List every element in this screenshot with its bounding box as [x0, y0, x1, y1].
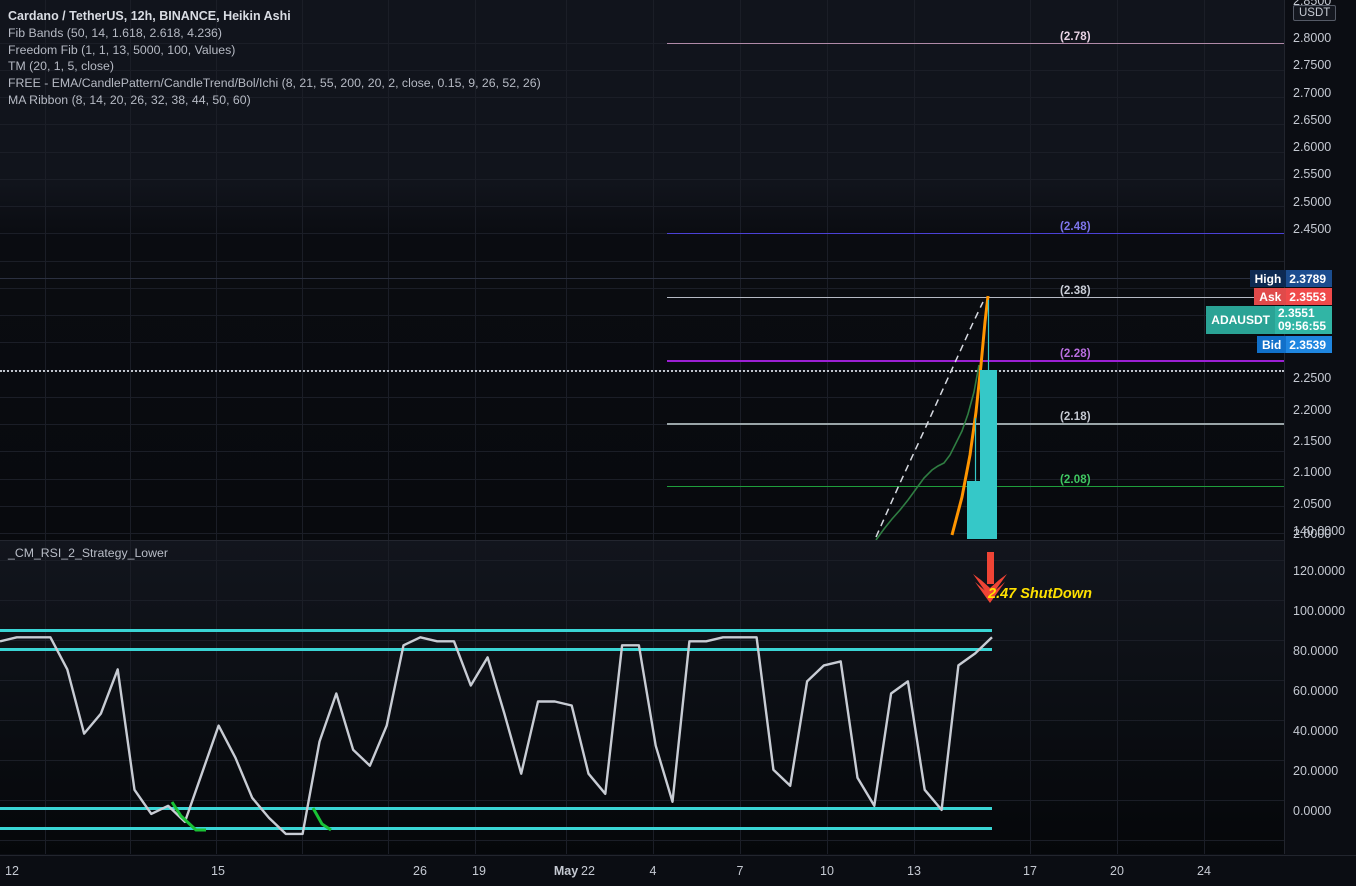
- symbol-price-badge: ADAUSDT 2.3551 09:56:55: [1206, 306, 1332, 334]
- time-tick: 13: [907, 864, 921, 878]
- price-tick: 2.1500: [1293, 434, 1332, 448]
- legend-indicator[interactable]: Fib Bands (50, 14, 1.618, 2.618, 4.236): [8, 25, 541, 42]
- price-tick: 2.2000: [1293, 403, 1332, 417]
- bid-price-badge: Bid 2.3539: [1256, 336, 1332, 353]
- price-tick: 2.7500: [1293, 58, 1332, 72]
- shutdown-arrow-annotation[interactable]: [955, 552, 1075, 612]
- high-label: High: [1249, 270, 1287, 287]
- time-tick-month: May: [553, 864, 579, 878]
- candle-body: [980, 370, 997, 539]
- price-tick: 2.7000: [1293, 86, 1332, 100]
- price-tick: 2.5500: [1293, 167, 1332, 181]
- time-tick: 15: [211, 864, 225, 878]
- rsi-tick: 120.0000: [1293, 564, 1346, 578]
- legend-indicator[interactable]: TM (20, 1, 5, close): [8, 58, 541, 75]
- symbol-countdown: 09:56:55: [1277, 319, 1326, 333]
- price-tick: 2.5000: [1293, 195, 1332, 209]
- high-price-badge: High 2.3789: [1249, 270, 1332, 287]
- time-tick: 24: [1197, 864, 1211, 878]
- price-scale[interactable]: USDT 2.8500 2.8000 2.7500 2.7000 2.6500 …: [1284, 0, 1356, 854]
- time-tick: 7: [736, 864, 744, 878]
- rsi-tick: 20.0000: [1293, 764, 1339, 778]
- rsi-tick: 80.0000: [1293, 644, 1339, 658]
- bid-value: 2.3539: [1286, 336, 1332, 353]
- legend-indicator[interactable]: FREE - EMA/CandlePattern/CandleTrend/Bol…: [8, 75, 541, 92]
- rsi-tick: 40.0000: [1293, 724, 1339, 738]
- time-tick: 12: [5, 864, 19, 878]
- price-tick: 2.4500: [1293, 222, 1332, 236]
- rsi-tick: 140.0000: [1293, 524, 1346, 538]
- legend-title: Cardano / TetherUS, 12h, BINANCE, Heikin…: [8, 9, 291, 23]
- symbol-label: ADAUSDT: [1206, 306, 1275, 334]
- rsi-line: [0, 636, 993, 836]
- rsi-legend-title[interactable]: _CM_RSI_2_Strategy_Lower: [8, 546, 168, 560]
- symbol-value-block: 2.3551 09:56:55: [1274, 306, 1332, 334]
- rsi-tick: 100.0000: [1293, 604, 1346, 618]
- ask-value: 2.3553: [1286, 288, 1332, 305]
- time-tick: 19: [472, 864, 486, 878]
- legend-indicator[interactable]: MA Ribbon (8, 14, 20, 26, 32, 38, 44, 50…: [8, 92, 541, 109]
- ask-price-badge: Ask 2.3553: [1254, 288, 1332, 305]
- shutdown-annotation-label: 2.47 ShutDown: [988, 586, 1092, 602]
- legend-indicator[interactable]: Freedom Fib (1, 1, 13, 5000, 100, Values…: [8, 42, 541, 59]
- time-tick: 10: [820, 864, 834, 878]
- time-tick: 26: [413, 864, 427, 878]
- price-tick: 2.8000: [1293, 31, 1332, 45]
- ma-green-line: [875, 364, 980, 540]
- price-tick: 2.2500: [1293, 371, 1332, 385]
- price-tick: 2.6500: [1293, 113, 1332, 127]
- time-scale[interactable]: 12 15 19 22 26 May 4 7 10 13 17 20 24: [0, 855, 1356, 886]
- high-value: 2.3789: [1286, 270, 1332, 287]
- rsi-oversold-segment: [311, 807, 332, 832]
- ask-label: Ask: [1254, 288, 1287, 305]
- price-tick: 2.1000: [1293, 465, 1332, 479]
- chart-legend: Cardano / TetherUS, 12h, BINANCE, Heikin…: [8, 8, 541, 109]
- price-tick: 2.0500: [1293, 497, 1332, 511]
- time-tick: 4: [649, 864, 657, 878]
- rsi-tick: 0.0000: [1293, 804, 1332, 818]
- time-tick: 17: [1023, 864, 1037, 878]
- rsi-tick: 60.0000: [1293, 684, 1339, 698]
- trend-dashed-line: [875, 301, 984, 538]
- time-tick: 22: [581, 864, 595, 878]
- bid-label: Bid: [1256, 336, 1287, 353]
- price-tick: 2.8500: [1293, 0, 1332, 8]
- price-tick: 2.6000: [1293, 140, 1332, 154]
- tradingview-chart-screen: (2.78) (2.48) (2.38) (2.28) (2.18) (2.08…: [0, 0, 1356, 886]
- time-tick: 20: [1110, 864, 1124, 878]
